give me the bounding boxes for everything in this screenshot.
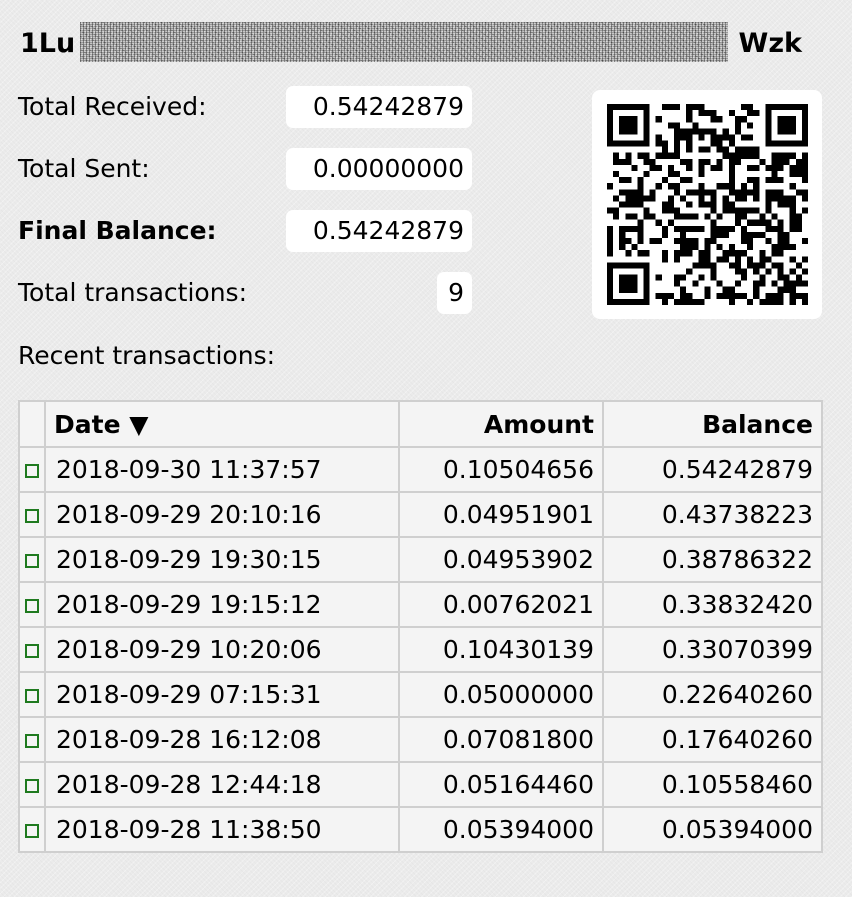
total-transactions-value: 9 <box>437 272 472 314</box>
green-square-icon[interactable] <box>25 464 39 478</box>
row-amount: 0.04951901 <box>398 491 604 538</box>
green-square-icon[interactable] <box>25 734 39 748</box>
green-square-icon[interactable] <box>25 824 39 838</box>
total-received-label: Total Received: <box>18 92 207 121</box>
row-date[interactable]: 2018-09-29 07:15:31 <box>44 671 400 718</box>
row-amount: 0.00762021 <box>398 581 604 628</box>
row-balance: 0.38786322 <box>602 536 823 583</box>
total-received-value: 0.54242879 <box>286 86 472 128</box>
green-square-icon[interactable] <box>25 599 39 613</box>
header-amount: Amount <box>398 400 604 448</box>
header-balance: Balance <box>602 400 823 448</box>
qr-code-icon <box>607 104 808 305</box>
green-square-icon[interactable] <box>25 554 39 568</box>
green-square-icon[interactable] <box>25 509 39 523</box>
row-date[interactable]: 2018-09-29 19:30:15 <box>44 536 400 583</box>
address-suffix: Wzk <box>738 28 802 59</box>
row-date[interactable]: 2018-09-29 20:10:16 <box>44 491 400 538</box>
address-header: 1Lu Wzk <box>18 22 808 66</box>
table-row: 2018-09-28 16:12:08 0.07081800 0.1764026… <box>18 716 823 763</box>
row-amount: 0.05164460 <box>398 761 604 808</box>
row-balance: 0.22640260 <box>602 671 823 718</box>
header-date[interactable]: Date ▼ <box>44 400 400 448</box>
row-amount: 0.10504656 <box>398 446 604 493</box>
row-amount: 0.05394000 <box>398 806 604 853</box>
table-row: 2018-09-29 20:10:16 0.04951901 0.4373822… <box>18 491 823 538</box>
row-date[interactable]: 2018-09-29 10:20:06 <box>44 626 400 673</box>
table-row: 2018-09-29 19:30:15 0.04953902 0.3878632… <box>18 536 823 583</box>
row-balance: 0.43738223 <box>602 491 823 538</box>
table-row: 2018-09-29 19:15:12 0.00762021 0.3383242… <box>18 581 823 628</box>
row-amount: 0.04953902 <box>398 536 604 583</box>
row-amount: 0.07081800 <box>398 716 604 763</box>
total-sent-value: 0.00000000 <box>286 148 472 190</box>
green-square-icon[interactable] <box>25 779 39 793</box>
row-balance: 0.05394000 <box>602 806 823 853</box>
address-prefix: 1Lu <box>20 28 76 59</box>
row-date[interactable]: 2018-09-28 12:44:18 <box>44 761 400 808</box>
table-row: 2018-09-29 10:20:06 0.10430139 0.3307039… <box>18 626 823 673</box>
table-row: 2018-09-29 07:15:31 0.05000000 0.2264026… <box>18 671 823 718</box>
address-redacted-block <box>80 22 728 62</box>
row-balance: 0.33832420 <box>602 581 823 628</box>
row-date[interactable]: 2018-09-28 11:38:50 <box>44 806 400 853</box>
row-balance: 0.33070399 <box>602 626 823 673</box>
table-row: 2018-09-28 11:38:50 0.05394000 0.0539400… <box>18 806 823 853</box>
table-header-row: Date ▼ Amount Balance <box>18 400 823 448</box>
final-balance-value: 0.54242879 <box>286 210 472 252</box>
green-square-icon[interactable] <box>25 689 39 703</box>
total-sent-label: Total Sent: <box>18 154 150 183</box>
green-square-icon[interactable] <box>25 644 39 658</box>
row-amount: 0.05000000 <box>398 671 604 718</box>
table-row: 2018-09-28 12:44:18 0.05164460 0.1055846… <box>18 761 823 808</box>
row-date[interactable]: 2018-09-29 19:15:12 <box>44 581 400 628</box>
row-amount: 0.10430139 <box>398 626 604 673</box>
header-icon-column <box>18 400 46 448</box>
row-date[interactable]: 2018-09-30 11:37:57 <box>44 446 400 493</box>
total-transactions-label: Total transactions: <box>18 278 248 307</box>
transactions-table: Date ▼ Amount Balance 2018-09-30 11:37:5… <box>18 400 823 853</box>
recent-transactions-label: Recent transactions: <box>18 341 276 370</box>
row-balance: 0.10558460 <box>602 761 823 808</box>
final-balance-label: Final Balance: <box>18 216 217 245</box>
row-balance: 0.54242879 <box>602 446 823 493</box>
row-date[interactable]: 2018-09-28 16:12:08 <box>44 716 400 763</box>
row-balance: 0.17640260 <box>602 716 823 763</box>
qr-code-card <box>592 90 822 319</box>
table-row: 2018-09-30 11:37:57 0.10504656 0.5424287… <box>18 446 823 493</box>
